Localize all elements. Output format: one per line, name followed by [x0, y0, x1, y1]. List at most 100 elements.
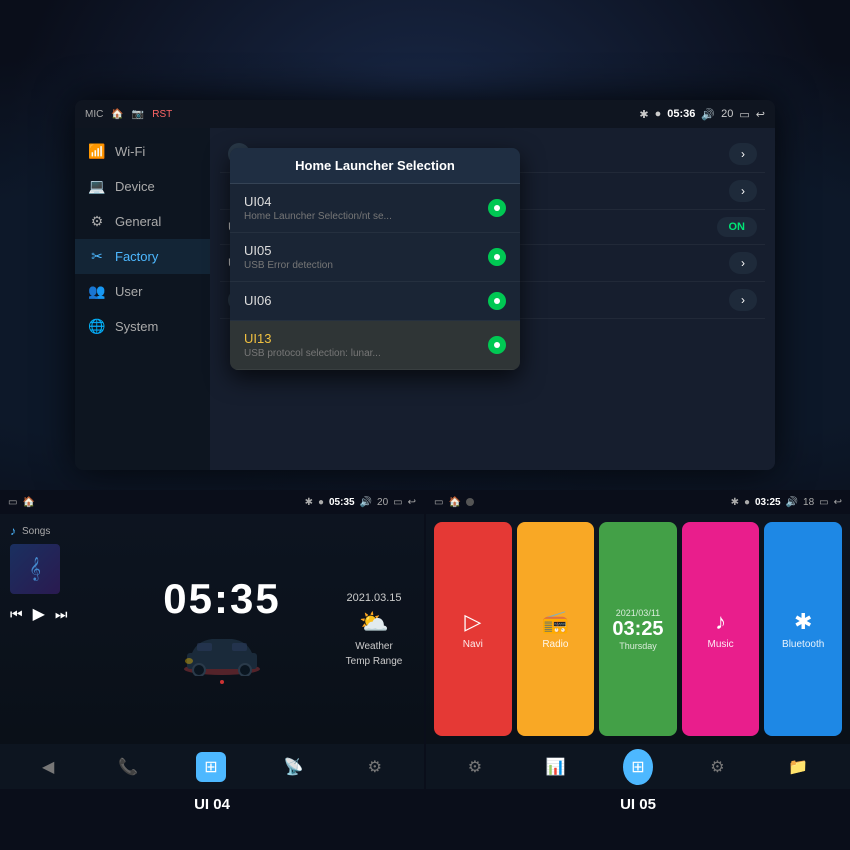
ui04-radio [488, 199, 506, 217]
ui13-name: UI13 [244, 331, 381, 346]
sidebar-item-factory[interactable]: ✂ Factory [75, 239, 210, 274]
home-launcher-dropdown: Home Launcher Selection UI04 Home Launch… [230, 148, 520, 370]
dropdown-item-ui05[interactable]: UI05 USB Error detection [230, 233, 520, 282]
ui04-time: 05:35 [329, 497, 355, 508]
usb-protocol-chevron[interactable]: › [729, 252, 757, 274]
sidebar-system-label: System [115, 319, 158, 334]
next-button[interactable]: ⏭ [55, 606, 68, 623]
dropdown-item-ui13[interactable]: UI13 USB protocol selection: lunar... [230, 321, 520, 370]
car-dot [220, 680, 224, 684]
ui05-label-bar: UI 05 [426, 789, 850, 819]
nav-settings-icon[interactable]: ⚙ [362, 751, 388, 783]
battery-icon: ▭ [739, 108, 749, 121]
ui05-battery-icon: ▭ [434, 497, 443, 508]
ui04-status-bar: ▭ 🏠 ✱ ● 05:35 🔊 20 ▭ ↩ [0, 490, 424, 514]
status-right: ✱ ● 05:36 🔊 20 ▭ ↩ [639, 108, 765, 121]
ui05-folder-icon[interactable]: 📁 [782, 751, 814, 783]
ui04-center: 05:35 [120, 514, 324, 744]
ui04-vol-level: 20 [377, 497, 388, 508]
ui04-back: ↩ [408, 497, 416, 508]
row2-chevron[interactable]: › [729, 180, 757, 202]
player-controls: ⏮ ▶ ⏭ [10, 600, 110, 628]
ui04-content: ♪ Songs 𝄞 ⏮ ▶ ⏭ 05:35 [0, 514, 424, 744]
ui05-dot [466, 498, 474, 506]
status-time: 05:36 [667, 108, 695, 120]
user-icon: 👥 [87, 283, 107, 300]
export-chevron[interactable]: › [729, 289, 757, 311]
album-art: 𝄞 [10, 544, 60, 594]
main-screen: MIC 🏠 📷 RST ✱ ● 05:36 🔊 20 ▭ ↩ 📶 Wi-Fi 💻… [75, 100, 775, 470]
nav-arrow-icon[interactable]: ◀ [36, 751, 60, 783]
bluetooth-status-icon: ✱ [639, 108, 648, 121]
music-tile-icon: ♪ [715, 609, 726, 635]
sidebar-item-wifi[interactable]: 📶 Wi-Fi [75, 134, 210, 169]
songs-label: Songs [22, 526, 50, 537]
volume-icon: 🔊 [701, 108, 715, 121]
ui05-panel: ▭ 🏠 ✱ ● 03:25 🔊 18 ▭ ↩ ▷ Navi [426, 490, 850, 820]
sidebar-device-label: Device [115, 179, 155, 194]
ui04-item-left: UI04 Home Launcher Selection/nt se... [244, 194, 392, 222]
ui05-chart-icon[interactable]: 📊 [540, 751, 572, 783]
ui04-name: UI04 [244, 194, 392, 209]
ui05-status-bar: ▭ 🏠 ✱ ● 03:25 🔊 18 ▭ ↩ [426, 490, 850, 514]
ui04-status-left: ▭ 🏠 [8, 497, 35, 508]
ui05-status-left: ▭ 🏠 [434, 497, 474, 508]
ui05-nav-bar: ⚙ 📊 ⊞ ⚙ 📁 [426, 744, 850, 789]
ui05-status-right: ✱ ● 03:25 🔊 18 ▭ ↩ [731, 497, 842, 508]
ui05-bat-icon: ▭ [819, 497, 828, 508]
system-icon: 🌐 [87, 318, 107, 335]
ui05-name: UI05 [244, 243, 333, 258]
ui04-wifi-icon: ● [318, 497, 324, 508]
status-bar: MIC 🏠 📷 RST ✱ ● 05:36 🔊 20 ▭ ↩ [75, 100, 775, 128]
clock-time: 03:25 [612, 618, 663, 641]
ui05-grid-icon[interactable]: ⊞ [623, 749, 652, 785]
ui05-time: 03:25 [755, 497, 781, 508]
ui05-gear-icon[interactable]: ⚙ [704, 751, 730, 783]
ui04-bat-icon: ▭ [393, 497, 402, 508]
ui04-left-panel: ♪ Songs 𝄞 ⏮ ▶ ⏭ [0, 514, 120, 744]
camera-icon: 📷 [132, 109, 144, 120]
clock-tile[interactable]: 2021/03/11 03:25 Thursday [599, 522, 677, 736]
ui04-status-right: ✱ ● 05:35 🔊 20 ▭ ↩ [305, 497, 416, 508]
ui04-battery-icon: ▭ [8, 497, 17, 508]
ui04-sub: Home Launcher Selection/nt se... [244, 211, 392, 222]
music-tile-label: Music [708, 639, 734, 650]
dropdown-item-ui06[interactable]: UI06 [230, 282, 520, 321]
bluetooth-tile-icon: ✱ [794, 609, 812, 635]
dropdown-item-ui04[interactable]: UI04 Home Launcher Selection/nt se... [230, 184, 520, 233]
bluetooth-tile[interactable]: ✱ Bluetooth [764, 522, 842, 736]
sidebar-user-label: User [115, 284, 142, 299]
ui04-nav-bar: ◀ 📞 ⊞ 📡 ⚙ [0, 744, 424, 789]
music-tile[interactable]: ♪ Music [682, 522, 760, 736]
device-icon: 💻 [87, 178, 107, 195]
usb-on-badge: ON [717, 217, 758, 237]
ui05-vol-icon: 🔊 [786, 497, 798, 508]
navi-tile[interactable]: ▷ Navi [434, 522, 512, 736]
ui04-label: UI 04 [194, 796, 230, 813]
sidebar-item-device[interactable]: 💻 Device [75, 169, 210, 204]
nav-signal-icon[interactable]: 📡 [278, 751, 310, 783]
play-button[interactable]: ▶ [33, 604, 45, 624]
mic-label: MIC [85, 109, 103, 120]
mcu-chevron[interactable]: › [729, 143, 757, 165]
sidebar-item-general[interactable]: ⚙ General [75, 204, 210, 239]
ui04-music-label: ♪ Songs [10, 524, 110, 538]
back-icon: ↩ [756, 108, 765, 121]
dropdown-title: Home Launcher Selection [230, 148, 520, 184]
radio-label: Radio [542, 639, 568, 650]
ui05-vol-level: 18 [803, 497, 814, 508]
radio-tile[interactable]: 📻 Radio [517, 522, 595, 736]
app-grid: ▷ Navi 📻 Radio 2021/03/11 03:25 Thursday… [434, 522, 842, 736]
nav-phone-icon[interactable]: 📞 [112, 751, 144, 783]
prev-button[interactable]: ⏮ [10, 606, 23, 623]
ui05-content: ▷ Navi 📻 Radio 2021/03/11 03:25 Thursday… [426, 514, 850, 744]
ui05-settings-icon[interactable]: ⚙ [462, 751, 488, 783]
ui05-radio [488, 248, 506, 266]
sidebar-item-system[interactable]: 🌐 System [75, 309, 210, 344]
nav-grid-icon[interactable]: ⊞ [196, 752, 225, 782]
sidebar-item-user[interactable]: 👥 User [75, 274, 210, 309]
sidebar-wifi-label: Wi-Fi [115, 144, 145, 159]
ui04-bt-icon: ✱ [305, 497, 313, 508]
status-left: MIC 🏠 📷 RST [85, 109, 172, 120]
ui04-right-panel: 2021.03.15 ⛅ Weather Temp Range [324, 514, 424, 744]
